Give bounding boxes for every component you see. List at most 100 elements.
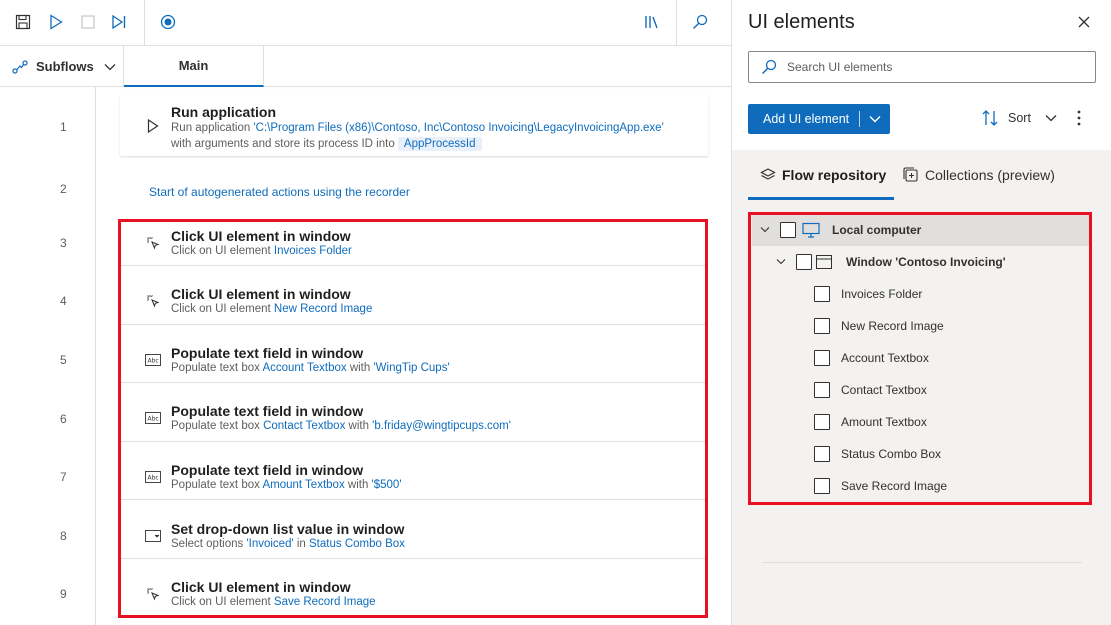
action-populate-amount[interactable]: Abc Populate text field in window Popula…	[120, 456, 708, 499]
file-path-link[interactable]: 'C:\Program Files (x86)\Contoso, Inc\Con…	[253, 122, 663, 134]
action-title: Run application	[171, 104, 276, 120]
action-description: Click on UI element Invoices Folder	[171, 245, 352, 257]
ui-element-link[interactable]: Amount Textbox	[262, 479, 344, 491]
run-icon	[144, 117, 162, 135]
line-number: 7	[60, 470, 67, 484]
ui-element-link[interactable]: Save Record Image	[274, 596, 376, 608]
ui-element-link[interactable]: Account Textbox	[262, 362, 346, 374]
textbox-icon: Abc	[144, 409, 162, 427]
chevron-down-icon[interactable]	[860, 115, 890, 123]
action-description-line2: with arguments and store its process ID …	[171, 137, 482, 151]
click-cursor-icon	[144, 585, 162, 603]
sort-button[interactable]: Sort	[982, 109, 1057, 127]
checkbox[interactable]	[814, 478, 830, 494]
search-input[interactable]	[787, 60, 1077, 74]
add-ui-element-button[interactable]: Add UI element	[748, 104, 890, 134]
ui-element-link[interactable]: Status Combo Box	[309, 538, 405, 550]
panel-divider	[762, 562, 1082, 563]
checkbox[interactable]	[814, 286, 830, 302]
designer-toolbar	[0, 0, 731, 46]
stop-icon[interactable]	[76, 10, 100, 34]
tree-leaf-ui-element[interactable]: Account Textbox	[752, 342, 1090, 374]
run-next-action-icon[interactable]	[107, 10, 131, 34]
more-options-icon[interactable]	[1074, 108, 1084, 128]
sort-label: Sort	[1008, 111, 1031, 125]
sort-icon	[982, 110, 998, 126]
ui-element-link[interactable]: New Record Image	[274, 303, 372, 315]
ui-element-link[interactable]: Invoices Folder	[274, 245, 352, 257]
tree-leaf-label: New Record Image	[841, 319, 944, 333]
action-description: Click on UI element New Record Image	[171, 303, 373, 315]
flow-tabs: Subflows Main	[0, 46, 731, 87]
action-description: Click on UI element Save Record Image	[171, 596, 376, 608]
search-box[interactable]	[748, 51, 1096, 83]
click-cursor-icon	[144, 292, 162, 310]
action-title: Click UI element in window	[171, 579, 351, 595]
checkbox[interactable]	[814, 318, 830, 334]
tab-collections[interactable]: Collections (preview)	[902, 150, 1055, 200]
checkbox[interactable]	[814, 446, 830, 462]
checkbox[interactable]	[814, 350, 830, 366]
chevron-down-icon	[104, 63, 116, 70]
record-icon[interactable]	[156, 10, 180, 34]
tree-leaf-ui-element[interactable]: Contact Textbox	[752, 374, 1090, 406]
action-click-save-record[interactable]: Click UI element in window Click on UI e…	[120, 573, 708, 616]
line-number: 8	[60, 529, 67, 543]
ui-element-link[interactable]: Contact Textbox	[263, 420, 345, 432]
tree-leaf-label: Status Combo Box	[841, 447, 942, 461]
value-text[interactable]: 'WingTip Cups'	[373, 362, 449, 374]
variable-pill[interactable]: AppProcessId	[397, 137, 482, 151]
action-populate-contact[interactable]: Abc Populate text field in window Popula…	[120, 397, 708, 440]
action-divider	[120, 265, 708, 266]
value-text[interactable]: 'Invoiced'	[246, 538, 293, 550]
close-icon[interactable]	[1074, 12, 1094, 32]
value-text[interactable]: '$500'	[372, 479, 402, 491]
tree-leaf-ui-element[interactable]: Save Record Image	[752, 470, 1090, 502]
subflows-label: Subflows	[36, 59, 94, 74]
value-text[interactable]: 'b.friday@wingtipcups.com'	[372, 420, 511, 432]
tree-node-window[interactable]: Window 'Contoso Invoicing'	[752, 246, 1090, 278]
action-divider	[120, 382, 708, 383]
action-click-invoices-folder[interactable]: Click UI element in window Click on UI e…	[120, 222, 708, 265]
save-icon[interactable]	[11, 10, 35, 34]
add-ui-element-label: Add UI element	[763, 112, 850, 126]
checkbox[interactable]	[814, 414, 830, 430]
line-number: 6	[60, 412, 67, 426]
tree-leaf-ui-element[interactable]: Amount Textbox	[752, 406, 1090, 438]
panel-header: UI elements Add UI element Sort	[732, 0, 1111, 150]
line-number: 1	[60, 120, 67, 134]
checkbox[interactable]	[796, 254, 812, 270]
library-icon[interactable]	[640, 10, 664, 34]
checkbox[interactable]	[814, 382, 830, 398]
tree-leaf-label: Amount Textbox	[841, 415, 927, 429]
subflows-icon	[12, 59, 28, 74]
action-divider	[120, 441, 708, 442]
action-run-application[interactable]: Run application Run application 'C:\Prog…	[120, 96, 708, 156]
chevron-down-icon[interactable]	[776, 258, 786, 266]
tab-flow-repository[interactable]: Flow repository	[747, 150, 895, 200]
chevron-down-icon[interactable]	[760, 226, 770, 234]
run-icon[interactable]	[44, 10, 68, 34]
layers-icon	[760, 168, 776, 180]
svg-text:Abc: Abc	[148, 416, 159, 423]
action-title: Click UI element in window	[171, 286, 351, 302]
tab-main[interactable]: Main	[124, 46, 264, 87]
line-number: 5	[60, 353, 67, 367]
line-number: 9	[60, 587, 67, 601]
tree-leaf-ui-element[interactable]: Invoices Folder	[752, 278, 1090, 310]
tree-leaf-label: Account Textbox	[841, 351, 929, 365]
tree-leaf-ui-element[interactable]: New Record Image	[752, 310, 1090, 342]
comment-text[interactable]: Start of autogenerated actions using the…	[149, 185, 410, 199]
action-divider	[120, 324, 708, 325]
action-populate-account[interactable]: Abc Populate text field in window Popula…	[120, 339, 708, 382]
search-icon[interactable]	[688, 10, 712, 34]
tree-leaf-ui-element[interactable]: Status Combo Box	[752, 438, 1090, 470]
subflows-dropdown[interactable]: Subflows	[0, 46, 124, 87]
tree-node-local-computer[interactable]: Local computer	[752, 214, 1090, 246]
action-click-new-record-image[interactable]: Click UI element in window Click on UI e…	[120, 280, 708, 323]
textbox-icon: Abc	[144, 351, 162, 369]
action-description: Select options 'Invoiced' in Status Comb…	[171, 538, 405, 550]
action-set-dropdown-status[interactable]: Set drop-down list value in window Selec…	[120, 515, 708, 558]
tree-leaf-label: Invoices Folder	[841, 287, 923, 301]
checkbox[interactable]	[780, 222, 796, 238]
